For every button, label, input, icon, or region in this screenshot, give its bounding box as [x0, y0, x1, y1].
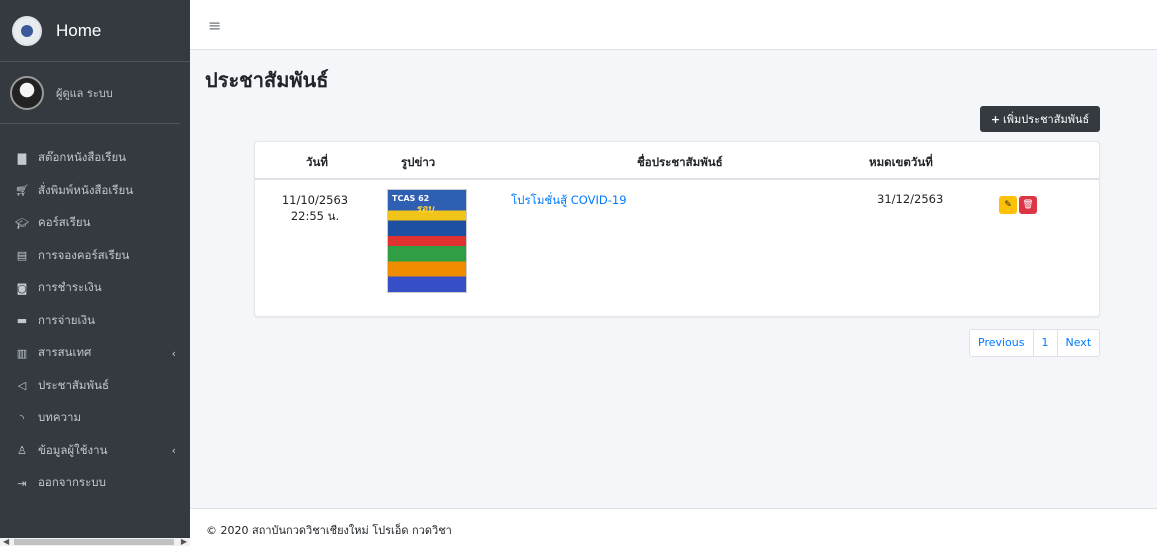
thumbnail-tag: รอบ: [416, 204, 434, 215]
document-icon: ▤: [16, 249, 28, 263]
bullhorn-icon: ◁: [17, 379, 27, 393]
table-row: 11/10/2563 22:55 น. TCAS 62 รอบ โปรโมชั่…: [255, 182, 1099, 318]
user-icon: ♙: [17, 444, 27, 458]
user-panel[interactable]: ผู้ดูแล ระบบ: [0, 62, 180, 124]
money-icon: ◙: [16, 281, 28, 295]
sidebar-item-label: บทความ: [38, 410, 82, 425]
sidebar-item-logout[interactable]: ⇥ ออกจากระบบ: [0, 467, 190, 500]
sidebar-item-label: การจองคอร์สเรียน: [38, 247, 130, 262]
rss-icon: ◝: [19, 411, 25, 425]
sidebar-item-label: การชำระเงิน: [38, 280, 102, 295]
sidebar-item-payout[interactable]: ▬ การจ่ายเงิน: [0, 305, 190, 338]
sidebar-item-label: ออกจากระบบ: [38, 475, 106, 490]
sidebar-item-label: ประชาสัมพันธ์: [38, 377, 109, 392]
user-name: ผู้ดูแล ระบบ: [56, 86, 113, 100]
column-header-date: วันที่: [306, 155, 328, 169]
chevron-left-icon: ‹: [171, 444, 176, 458]
trash-icon: 🗑︎: [1022, 200, 1034, 210]
edit-icon: ✎: [1004, 200, 1012, 210]
graduation-cap-icon: 🎓︎: [15, 216, 29, 230]
sidebar-item-label: คอร์สเรียน: [38, 215, 91, 230]
sidebar-item-information[interactable]: ▥ สารสนเทศ ‹: [0, 337, 190, 370]
row-time-value: 22:55 น.: [290, 209, 340, 223]
sidebar-item-courses[interactable]: 🎓︎ คอร์สเรียน: [0, 207, 190, 240]
column-header-expire: หมดเขตวันที่: [869, 155, 933, 169]
add-public-relation-button[interactable]: + เพิ่มประชาสัมพันธ์: [980, 106, 1100, 132]
public-relations-table: วันที่ รูปข่าว ชื่อประชาสัมพันธ์ หมดเขตว…: [254, 141, 1100, 317]
add-button-label: เพิ่มประชาสัมพันธ์: [1003, 113, 1090, 126]
brand-logo-icon: [12, 15, 42, 46]
brand-link[interactable]: Home: [0, 0, 190, 62]
delete-button[interactable]: 🗑︎: [1019, 196, 1037, 214]
public-relation-name-link[interactable]: โปรโมชั่นสู้ COVID-19: [511, 192, 627, 210]
footer-copyright: © 2020 สถาบันกวดวิชาเชียงใหม่ โปรเอ็ด กว…: [206, 524, 452, 537]
scrollbar-thumb[interactable]: [14, 539, 174, 545]
avatar: [10, 75, 44, 110]
content-wrapper: ประชาสัมพันธ์ + เพิ่มประชาสัมพันธ์ วันที…: [190, 50, 1157, 508]
news-thumbnail-image[interactable]: TCAS 62 รอบ: [387, 189, 467, 293]
sidebar-item-print-order[interactable]: 🛒︎ สั่งพิมพ์หนังสือเรียน: [0, 175, 190, 208]
credit-card-icon: ▬: [16, 314, 28, 328]
column-header-image: รูปข่าว: [401, 155, 436, 169]
sidebar-item-course-booking[interactable]: ▤ การจองคอร์สเรียน: [0, 240, 190, 273]
hamburger-menu-icon[interactable]: ≡: [208, 16, 221, 35]
page-title: ประชาสัมพันธ์: [205, 68, 329, 92]
plus-icon: +: [990, 112, 1001, 126]
sign-out-icon: ⇥: [17, 476, 27, 490]
sidebar: Home ผู้ดูแล ระบบ ▇ สต๊อกหนังสือเรียน 🛒︎…: [0, 0, 190, 546]
row-expire-date: 31/12/2563: [877, 192, 944, 206]
edit-button[interactable]: ✎: [999, 196, 1017, 214]
top-navbar: ≡: [190, 0, 1157, 50]
sidebar-item-payment[interactable]: ◙ การชำระเงิน: [0, 272, 190, 305]
sidebar-item-label: สารสนเทศ: [38, 345, 92, 360]
row-date-value: 11/10/2563: [281, 193, 349, 207]
sidebar-nav: ▇ สต๊อกหนังสือเรียน 🛒︎ สั่งพิมพ์หนังสือเ…: [0, 124, 190, 500]
pagination-previous[interactable]: Previous: [970, 330, 1034, 356]
sidebar-item-articles[interactable]: ◝ บทความ: [0, 402, 190, 435]
pagination: Previous 1 Next: [969, 329, 1101, 357]
sidebar-item-user-data[interactable]: ♙ ข้อมูลผู้ใช้งาน ‹: [0, 435, 190, 468]
sidebar-item-stock[interactable]: ▇ สต๊อกหนังสือเรียน: [0, 142, 190, 175]
sidebar-item-label: ข้อมูลผู้ใช้งาน: [38, 442, 108, 457]
sidebar-scrollbar[interactable]: ◀ ▶: [0, 537, 190, 546]
row-date: 11/10/2563 22:55 น.: [275, 192, 355, 224]
bar-chart-icon: ▥: [16, 346, 28, 360]
pagination-page-1[interactable]: 1: [1034, 330, 1058, 356]
scroll-right-icon[interactable]: ▶: [181, 537, 187, 546]
sidebar-item-label: การจ่ายเงิน: [38, 312, 95, 327]
table-header: วันที่ รูปข่าว ชื่อประชาสัมพันธ์ หมดเขตว…: [255, 142, 1099, 180]
chevron-left-icon: ‹: [171, 346, 176, 360]
column-header-name: ชื่อประชาสัมพันธ์: [637, 155, 723, 169]
book-icon: ▇: [17, 151, 27, 165]
sidebar-item-label: สต๊อกหนังสือเรียน: [38, 150, 127, 165]
sidebar-item-public-relations[interactable]: ◁ ประชาสัมพันธ์: [0, 370, 190, 403]
brand-title: Home: [56, 20, 102, 40]
footer: © 2020 สถาบันกวดวิชาเชียงใหม่ โปรเอ็ด กว…: [190, 508, 1157, 546]
pagination-next[interactable]: Next: [1058, 330, 1100, 356]
sidebar-item-label: สั่งพิมพ์หนังสือเรียน: [38, 182, 134, 197]
scroll-left-icon[interactable]: ◀: [3, 537, 9, 546]
cart-icon: 🛒︎: [15, 184, 29, 198]
